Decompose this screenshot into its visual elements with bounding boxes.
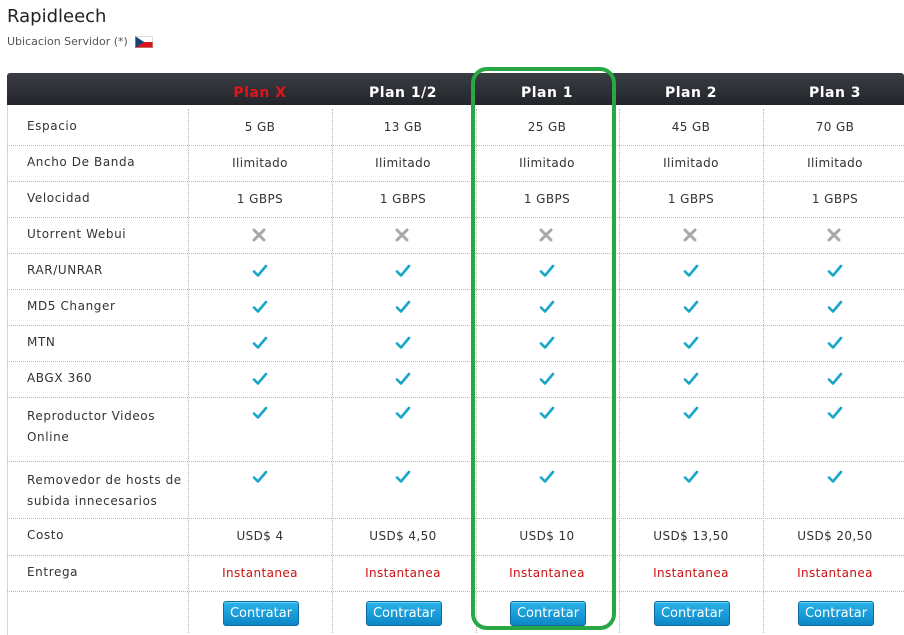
check-icon bbox=[827, 335, 843, 351]
server-location-label: Ubicacion Servidor (*) bbox=[7, 35, 128, 48]
plan-cell-value: 13 GB bbox=[383, 120, 423, 134]
plan-cell-value: 1 GBPS bbox=[379, 192, 427, 206]
plan-header-1: Plan X bbox=[233, 85, 287, 101]
check-icon bbox=[252, 371, 268, 387]
check-icon bbox=[827, 371, 843, 387]
plan-cell-value: Instantanea bbox=[222, 566, 298, 580]
plan-cell-value: 5 GB bbox=[244, 120, 276, 134]
check-icon bbox=[395, 405, 411, 421]
check-icon bbox=[395, 469, 411, 485]
page-title: Rapidleech bbox=[7, 6, 107, 27]
check-icon bbox=[252, 469, 268, 485]
plan-cell-value: 1 GBPS bbox=[667, 192, 715, 206]
plan-cell-value: Ilimitado bbox=[375, 156, 431, 170]
plan-cell-value: USD$ 20,50 bbox=[797, 529, 873, 543]
table-row bbox=[7, 289, 904, 326]
czech-flag-icon bbox=[134, 35, 153, 48]
plan-header-3: Plan 1 bbox=[520, 85, 574, 101]
check-icon bbox=[683, 263, 699, 279]
feature-label-line: Removedor de hosts de bbox=[27, 473, 182, 487]
plan-cell-value: Ilimitado bbox=[807, 156, 863, 170]
plan-header-5: Plan 3 bbox=[808, 85, 862, 101]
contratar-button-2[interactable]: Contratar bbox=[366, 601, 442, 626]
contratar-button-4[interactable]: Contratar bbox=[654, 601, 730, 626]
plan-header-4: Plan 2 bbox=[664, 85, 718, 101]
check-icon bbox=[539, 299, 555, 315]
check-icon bbox=[252, 405, 268, 421]
feature-label: Utorrent Webui bbox=[27, 227, 127, 241]
plan-cell-value: Ilimitado bbox=[519, 156, 575, 170]
feature-label-line: subida innecesarios bbox=[27, 494, 158, 508]
feature-label: Velocidad bbox=[27, 191, 91, 205]
feature-label: Costo bbox=[27, 528, 65, 542]
check-icon bbox=[683, 371, 699, 387]
pricing-table: Plan X Plan 1/2 Plan 1 Plan 2 Plan 3 Espacio… bbox=[7, 73, 904, 635]
check-icon bbox=[539, 335, 555, 351]
contratar-button-3[interactable]: Contratar bbox=[510, 601, 586, 626]
plan-cell-value: 25 GB bbox=[527, 120, 567, 134]
plan-cell-value: Instantanea bbox=[509, 566, 585, 580]
feature-label: Reproductor Videos Online bbox=[27, 406, 155, 448]
plan-cell-value: 1 GBPS bbox=[236, 192, 284, 206]
check-icon bbox=[252, 299, 268, 315]
feature-label: ABGX 360 bbox=[27, 371, 93, 385]
feature-label: MTN bbox=[27, 335, 56, 349]
cross-icon bbox=[827, 227, 843, 243]
check-icon bbox=[539, 405, 555, 421]
check-icon bbox=[683, 335, 699, 351]
plan-cell-value: USD$ 4,50 bbox=[369, 529, 437, 543]
table-row bbox=[7, 217, 904, 254]
feature-label: Espacio bbox=[27, 119, 78, 133]
plan-header-2: Plan 1/2 bbox=[369, 85, 437, 101]
cross-icon bbox=[683, 227, 699, 243]
check-icon bbox=[252, 263, 268, 279]
check-icon bbox=[395, 299, 411, 315]
feature-label: RAR/UNRAR bbox=[27, 263, 103, 277]
plan-cell-value: Instantanea bbox=[653, 566, 729, 580]
check-icon bbox=[827, 405, 843, 421]
check-icon bbox=[827, 263, 843, 279]
cross-icon bbox=[539, 227, 555, 243]
check-icon bbox=[683, 299, 699, 315]
check-icon bbox=[827, 299, 843, 315]
contratar-button-1[interactable]: Contratar bbox=[223, 601, 299, 626]
plan-cell-value: 1 GBPS bbox=[811, 192, 859, 206]
check-icon bbox=[539, 371, 555, 387]
check-icon bbox=[395, 335, 411, 351]
plan-cell-value: Instantanea bbox=[797, 566, 873, 580]
feature-label: Ancho De Banda bbox=[27, 155, 136, 169]
plan-cell-value: Instantanea bbox=[365, 566, 441, 580]
table-row bbox=[7, 361, 904, 398]
contratar-button-5[interactable]: Contratar bbox=[798, 601, 874, 626]
plan-cell-value: 45 GB bbox=[671, 120, 711, 134]
table-row bbox=[7, 253, 904, 290]
check-icon bbox=[252, 335, 268, 351]
feature-label: Entrega bbox=[27, 565, 79, 579]
check-icon bbox=[683, 469, 699, 485]
cross-icon bbox=[395, 227, 411, 243]
plan-cell-value: USD$ 13,50 bbox=[653, 529, 729, 543]
check-icon bbox=[539, 469, 555, 485]
plan-cell-value: 70 GB bbox=[815, 120, 855, 134]
feature-label: Removedor de hosts de subida innecesarios bbox=[27, 470, 182, 512]
pricing-table-header: Plan X Plan 1/2 Plan 1 Plan 2 Plan 3 bbox=[7, 73, 904, 105]
check-icon bbox=[683, 405, 699, 421]
server-location: Ubicacion Servidor (*) bbox=[7, 35, 153, 48]
check-icon bbox=[395, 263, 411, 279]
cross-icon bbox=[252, 227, 268, 243]
plan-cell-value: Ilimitado bbox=[663, 156, 719, 170]
feature-label-line: Online bbox=[27, 430, 70, 444]
check-icon bbox=[539, 263, 555, 279]
plan-cell-value: 1 GBPS bbox=[523, 192, 571, 206]
plan-cell-value: Ilimitado bbox=[232, 156, 288, 170]
plan-cell-value: USD$ 10 bbox=[519, 529, 575, 543]
table-row bbox=[7, 325, 904, 362]
plan-cell-value: USD$ 4 bbox=[236, 529, 284, 543]
feature-label-line: Reproductor Videos bbox=[27, 409, 156, 423]
feature-label: MD5 Changer bbox=[27, 299, 116, 313]
check-icon bbox=[395, 371, 411, 387]
check-icon bbox=[827, 469, 843, 485]
